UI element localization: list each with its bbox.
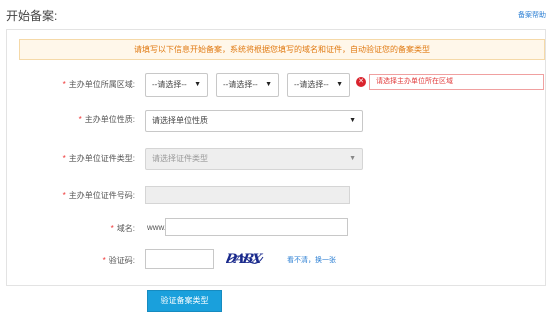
required-mark: * <box>78 115 82 124</box>
caret-down-icon: ▼ <box>194 81 201 88</box>
cert-number-label-text: 主办单位证件号码: <box>68 191 135 200</box>
caret-down-icon: ▼ <box>265 81 272 88</box>
captcha-text: DABX <box>226 252 264 267</box>
required-mark: * <box>62 80 66 89</box>
cert-type-select: 请选择证件类型 ▼ <box>145 148 363 170</box>
region-label-text: 主办单位所属区域: <box>68 80 135 89</box>
nature-select-value: 请选择单位性质 <box>152 116 208 125</box>
domain-label-text: 域名: <box>116 224 135 233</box>
cert-type-select-value: 请选择证件类型 <box>152 154 208 163</box>
district-select[interactable]: --请选择-- ▼ <box>287 73 350 97</box>
caret-down-icon: ▼ <box>349 155 356 162</box>
city-select[interactable]: --请选择-- ▼ <box>216 73 279 97</box>
required-mark: * <box>62 191 66 200</box>
domain-label: * 域名: <box>111 223 135 234</box>
province-select[interactable]: --请选择-- ▼ <box>145 73 208 97</box>
page-title: 开始备案: <box>6 9 58 23</box>
cert-number-label: * 主办单位证件号码: <box>63 190 135 201</box>
help-link[interactable]: 备案帮助 <box>518 10 546 20</box>
city-select-value: --请选择-- <box>223 80 258 89</box>
province-select-value: --请选择-- <box>152 80 187 89</box>
caret-down-icon: ▼ <box>336 81 343 88</box>
domain-prefix: www. <box>147 223 167 232</box>
district-select-value: --请选择-- <box>294 80 329 89</box>
error-circle-icon: ✕ <box>356 77 366 87</box>
caret-down-icon: ▼ <box>349 117 356 124</box>
cert-type-label-text: 主办单位证件类型: <box>68 154 135 163</box>
captcha-label-text: 验证码: <box>108 256 135 265</box>
captcha-refresh-link[interactable]: 看不清，换一张 <box>287 255 336 265</box>
nature-select[interactable]: 请选择单位性质 ▼ <box>145 110 363 132</box>
region-error-message: 请选择主办单位所在区域 <box>369 74 544 90</box>
captcha-input[interactable] <box>145 249 214 269</box>
notice-banner: 请填写以下信息开始备案，系统将根据您填写的域名和证件，自动验证您的备案类型 <box>19 39 545 60</box>
domain-input[interactable] <box>165 218 348 236</box>
cert-type-label: * 主办单位证件类型: <box>63 153 135 164</box>
captcha-image[interactable]: DABX <box>226 248 264 268</box>
required-mark: * <box>110 224 114 233</box>
nature-label: * 主办单位性质: <box>79 114 135 125</box>
captcha-label: * 验证码: <box>103 255 135 266</box>
region-label: * 主办单位所属区域: <box>63 79 135 90</box>
required-mark: * <box>62 154 66 163</box>
required-mark: * <box>102 256 106 265</box>
cert-number-input <box>145 186 350 204</box>
nature-label-text: 主办单位性质: <box>84 115 135 124</box>
verify-button[interactable]: 验证备案类型 <box>147 290 222 312</box>
